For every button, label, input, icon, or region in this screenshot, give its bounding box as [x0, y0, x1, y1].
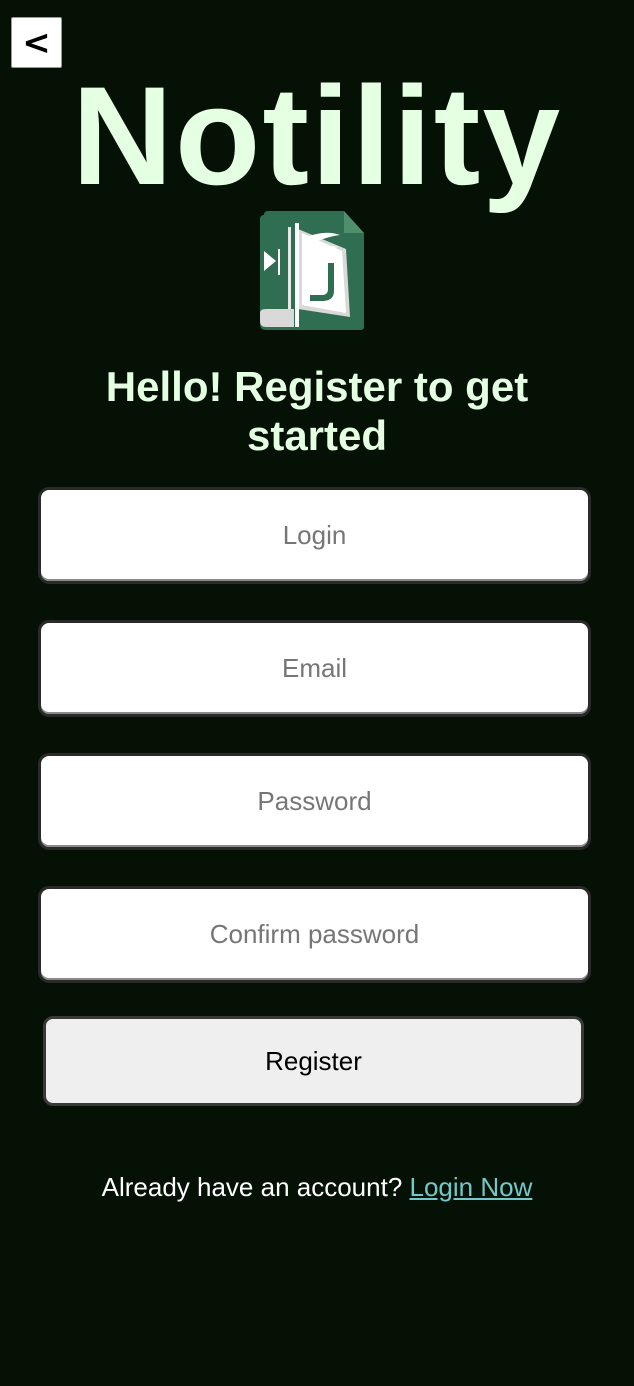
login-prompt-line: Already have an account? Login Now [0, 1171, 634, 1203]
back-button[interactable]: < [11, 17, 62, 68]
login-input[interactable] [38, 487, 591, 584]
register-button[interactable]: Register [43, 1016, 584, 1106]
login-prompt-text: Already have an account? [101, 1172, 403, 1202]
green-notebook-logo-icon [260, 211, 364, 330]
confirm-password-input[interactable] [38, 886, 591, 983]
register-heading: Hello! Register to get started [105, 363, 529, 459]
login-now-link[interactable]: Login Now [410, 1172, 533, 1202]
password-input[interactable] [38, 753, 591, 850]
app-title: Notility [71, 57, 563, 214]
email-input[interactable] [38, 620, 591, 717]
